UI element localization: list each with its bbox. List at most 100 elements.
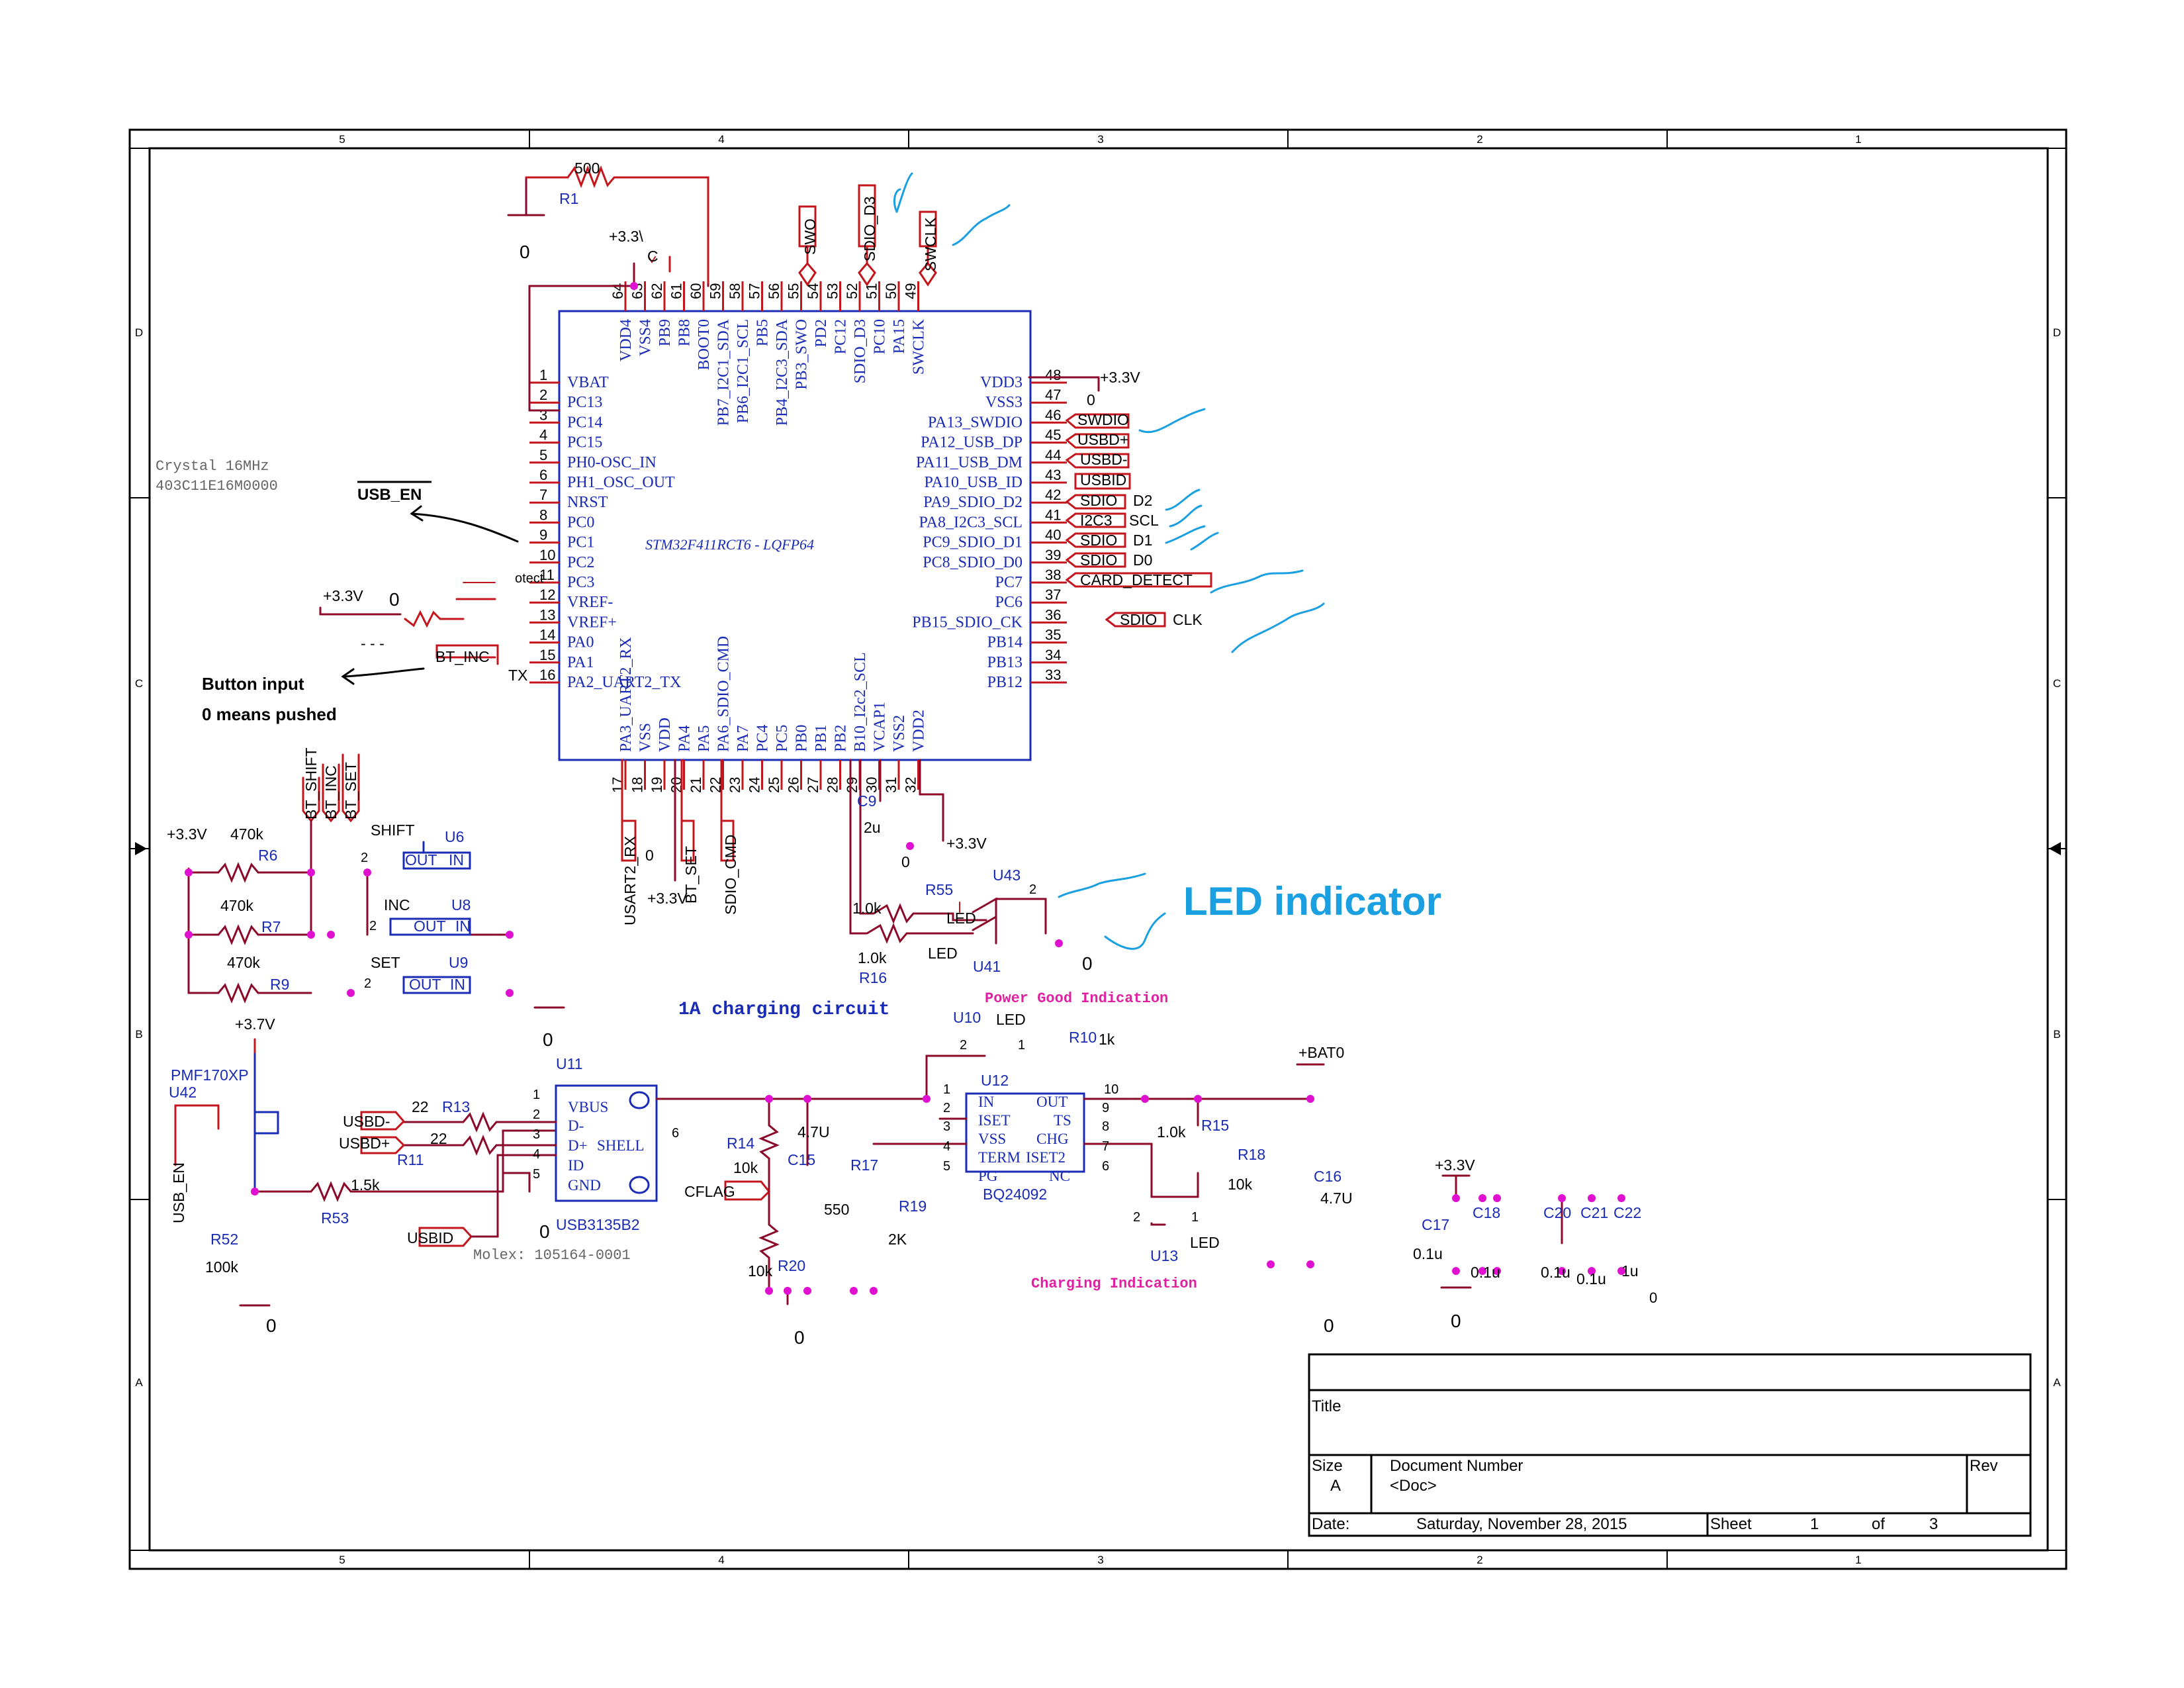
mcu-pin-number: 39 [1045,547,1061,563]
bq-part: BQ24092 [983,1186,1047,1203]
mcu-pin-name: PA0 [567,634,594,651]
i2c3-net: I2C3 [1080,512,1113,529]
r20-value: 10k [748,1262,773,1280]
r16-value: 1.0k [858,949,887,966]
usb-pin-vbus: VBUS [568,1099,608,1115]
r52-value: 100k [205,1258,238,1276]
pin-num: 2 [361,851,368,865]
bq-pin-term: TERM [978,1149,1021,1166]
mcu-pin-name: VSS [637,723,655,752]
mcu-pin-name: PC10 [872,319,889,354]
mcu-pin-name: PB1 [813,725,830,752]
mcu-part-label: STM32F411RCT6 - LQFP64 [645,536,814,553]
mcu-pin-number: 59 [707,283,724,299]
mcu-pin-name: PC8_SDIO_D0 [923,554,1023,571]
r14-label: R14 [727,1135,754,1152]
power-label: +3.3V [946,835,987,852]
mcu-pin-name: PA6_SDIO_CMD [715,636,733,752]
pin-num: 3 [943,1119,950,1134]
switch-in: IN [455,917,471,935]
c15-value: 4.7U [797,1123,830,1141]
mcu-pin-name: PA1 [567,654,594,671]
switch-out: OUT [409,976,441,993]
pmos-part: PMF170XP [171,1066,249,1084]
gnd-label: 0 [1451,1311,1461,1331]
doc-number-label: Document Number [1390,1457,1523,1475]
mcu-pin-number: 41 [1045,506,1061,523]
gnd-label: 0 [266,1315,277,1336]
mcu-pin-name: VSS2 [891,715,908,752]
power-label: +3.7V [235,1015,275,1033]
mcu-pin-name: VREF+ [567,614,617,631]
pin-num: 2 [943,1101,950,1115]
pin-num: 3 [533,1127,540,1142]
d2-net: D2 [1133,492,1152,509]
doc-number-value: <Doc> [1390,1477,1437,1495]
shift-switch-label: SHIFT [371,821,414,839]
mcu-pin-number: 45 [1045,427,1061,444]
mcu-pin-name: PD2 [813,319,830,348]
u6-label: U6 [445,828,464,845]
mcu-pin-number: 46 [1045,406,1061,423]
r11-label: R11 [397,1151,424,1168]
pin-num: 4 [533,1147,540,1162]
mcu-pin-number: 23 [727,777,743,793]
mcu-pin-name: PB6_I2C1_SCL [735,319,752,423]
usb-en-annotation: USB_EN [357,486,422,504]
power-label: +3.3V [323,587,363,604]
r6-label: R6 [258,847,277,864]
mcu-pin-number: 12 [539,586,555,603]
mcu-pin-number: 53 [825,283,841,299]
mcu-pin-number: 19 [649,777,665,793]
r19-value: 2K [888,1231,907,1248]
mcu-pin-name: PA9_SDIO_D2 [923,494,1023,511]
c17-label: C17 [1422,1216,1449,1233]
mcu-pin-number: 16 [539,667,555,683]
pin-num: 2 [960,1038,967,1053]
d0-net: D0 [1133,551,1152,569]
rev-label: Rev [1970,1457,1998,1475]
button-note-2: 0 means pushed [202,704,337,724]
mcu-pin-name: PC9_SDIO_D1 [923,534,1023,551]
r55-label: R55 [925,881,953,898]
r7-label: R7 [261,918,281,935]
bt-set-net: BT_SET [682,846,700,904]
pin-num: 2 [533,1107,540,1122]
row-label: C [135,677,143,690]
pin-num: 1 [1018,1038,1025,1053]
switch-in: IN [450,976,465,993]
gnd-label: 0 [1087,391,1095,408]
r14-value: 10k [733,1159,758,1176]
bt-inc-net: BT_INC [435,648,490,665]
r17-label: R17 [850,1156,878,1174]
bq-pin-chg: CHG [1036,1131,1069,1147]
col-label: 2 [1477,133,1482,146]
mcu-pin-name: VDD2 [911,710,928,752]
row-label: B [2053,1028,2060,1041]
pin-num: 2 [1029,882,1036,897]
mcu-pin-number: 40 [1045,527,1061,543]
mcu-pin-number: 31 [883,777,899,793]
mcu-pin-number: 25 [766,777,782,793]
r20-label: R20 [778,1257,805,1274]
r10-label: R10 [1069,1029,1097,1046]
vref-gnd-label: 0 [389,589,400,610]
mcu-pin-name: PB9 [657,319,674,346]
mcu-pin-name: PH0-OSC_IN [567,454,657,471]
mcu-pin-number: 9 [539,527,547,543]
u8-label: U8 [451,896,471,914]
r1-value: 500 [574,160,600,177]
mcu-pin-number: 47 [1045,387,1061,403]
mcu-pin-number: 42 [1045,487,1061,503]
mcu-pin-name: PH1_OSC_OUT [567,474,675,491]
tx-net: TX [508,667,527,684]
col-label: 4 [718,1554,724,1566]
charging-indication-title: Charging Indication [1031,1276,1197,1292]
mcu-pin-name: BOOT0 [696,319,713,370]
c18-value: 0.1u [1471,1264,1500,1281]
power-label: +3.3\ [609,228,643,245]
u41-label: U41 [973,958,1001,975]
mcu-pin-name: PB12 [987,674,1023,691]
c22-label: C22 [1614,1204,1641,1221]
mcu-pin-number: 15 [539,647,555,663]
